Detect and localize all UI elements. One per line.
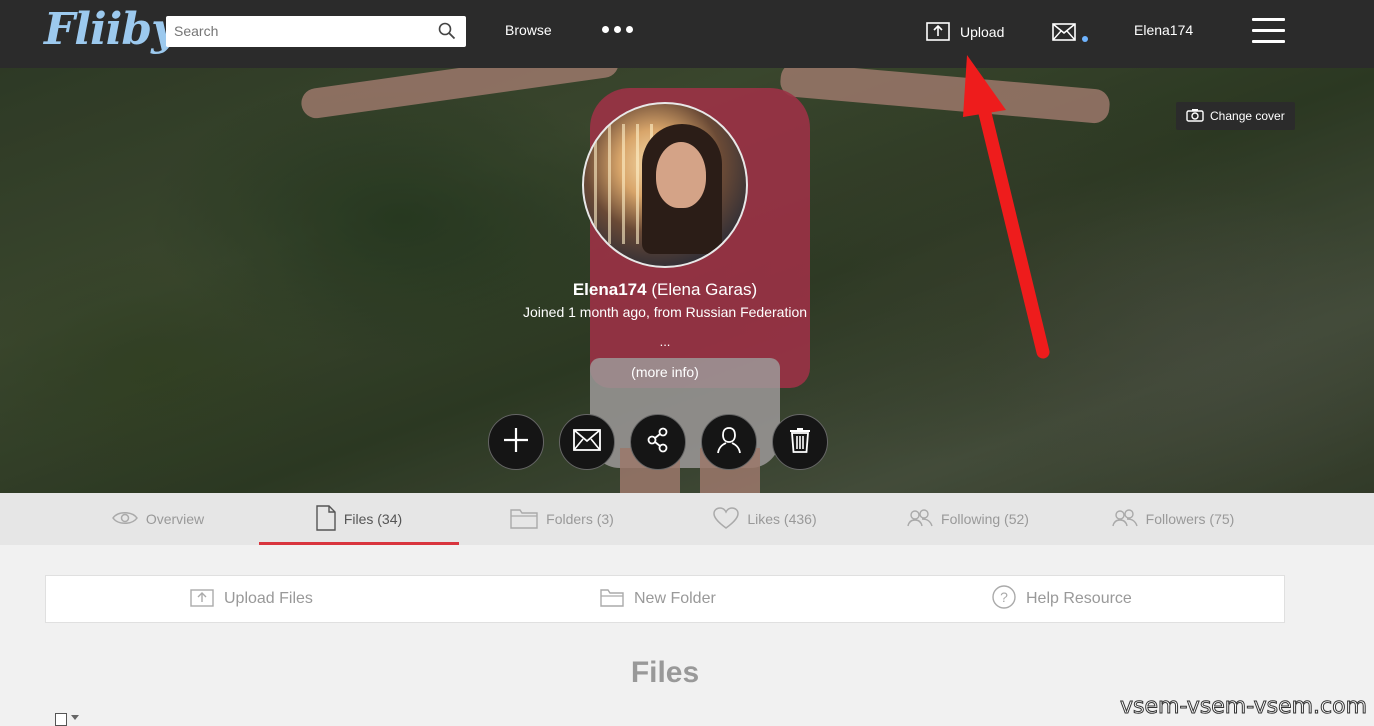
svg-text:?: ?	[1000, 589, 1008, 605]
users-icon	[907, 508, 933, 530]
profile-name: Elena174 (Elena Garas)	[0, 280, 1330, 300]
share-button[interactable]	[630, 414, 686, 470]
eye-icon	[111, 510, 138, 529]
upload-icon	[190, 587, 214, 612]
more-menu-icon[interactable]	[602, 26, 633, 33]
profile-bio: ...	[659, 334, 671, 349]
watermark-text: vsem-vsem-vsem.com	[1119, 694, 1368, 720]
change-cover-button[interactable]: Change cover	[1176, 102, 1295, 130]
profile-username: Elena174	[572, 280, 647, 299]
hamburger-menu-icon[interactable]	[1252, 18, 1285, 51]
profile-joined-info: Joined 1 month ago, from Russian Federat…	[522, 304, 808, 320]
change-cover-label: Change cover	[1210, 109, 1285, 123]
trash-icon	[789, 427, 811, 458]
upload-label: Upload	[960, 23, 1005, 40]
upload-icon	[926, 19, 950, 44]
files-toolbar: Upload Files New Folder ? Help Resource	[45, 575, 1285, 623]
envelope-icon	[573, 428, 601, 456]
profile-cover: Change cover Elena174 (Elena Garas) Join…	[0, 68, 1374, 493]
profile-tabs: Overview Files (34) Folders (3) Likes (4…	[0, 493, 1374, 545]
notification-dot	[1082, 36, 1088, 42]
tab-files[interactable]: Files (34)	[259, 493, 459, 545]
message-button[interactable]	[559, 414, 615, 470]
tab-likes[interactable]: Likes (436)	[665, 493, 865, 545]
user-menu-link[interactable]: Elena174	[1134, 22, 1193, 38]
more-info-link[interactable]: (more info)	[0, 364, 1330, 380]
file-icon	[316, 504, 336, 534]
delete-button[interactable]	[772, 414, 828, 470]
site-logo[interactable]: Fliiby	[44, 4, 177, 55]
tab-overview[interactable]: Overview	[58, 493, 258, 545]
users-icon	[1111, 508, 1138, 530]
profile-full-name: (Elena Garas)	[651, 280, 758, 299]
user-profile-button[interactable]	[701, 414, 757, 470]
files-section-title: Files	[630, 656, 700, 689]
heart-icon	[713, 506, 740, 532]
top-navigation-bar: Fliiby Browse Upload Elena174	[0, 0, 1374, 68]
profile-action-buttons	[488, 414, 828, 470]
new-folder-button[interactable]: New Folder	[600, 576, 716, 622]
share-icon	[646, 427, 670, 458]
follow-button[interactable]	[488, 414, 544, 470]
folder-icon	[600, 587, 624, 612]
avatar[interactable]	[582, 102, 748, 268]
messages-icon[interactable]	[1052, 22, 1076, 47]
tab-folders[interactable]: Folders (3)	[462, 493, 662, 545]
help-icon: ?	[992, 584, 1016, 614]
search-box	[166, 16, 466, 47]
search-icon[interactable]	[438, 22, 456, 45]
tab-following[interactable]: Following (52)	[868, 493, 1068, 545]
upload-files-button[interactable]: Upload Files	[190, 576, 313, 622]
tab-followers[interactable]: Followers (75)	[1073, 493, 1273, 545]
camera-icon	[1186, 108, 1204, 125]
folder-icon	[510, 507, 538, 532]
upload-button[interactable]: Upload	[926, 19, 1004, 44]
user-icon	[716, 426, 742, 459]
search-input[interactable]	[166, 16, 424, 45]
select-all-checkbox[interactable]	[55, 713, 67, 726]
browse-link[interactable]: Browse	[505, 22, 552, 38]
chevron-down-icon[interactable]	[71, 715, 79, 720]
help-resource-button[interactable]: ? Help Resource	[992, 576, 1132, 622]
plus-icon	[502, 426, 530, 459]
